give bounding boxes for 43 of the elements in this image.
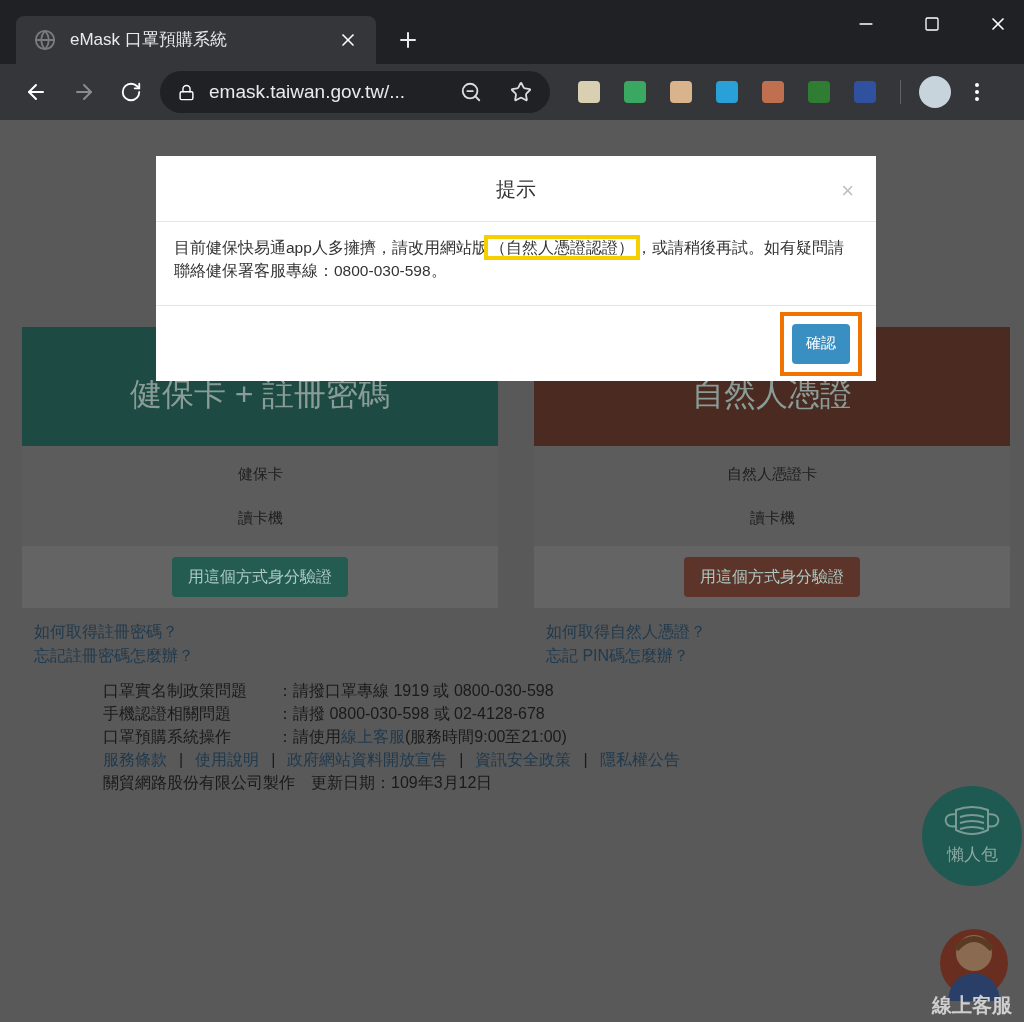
requirement-text: 健保卡 (237, 463, 283, 484)
extension-icon[interactable] (578, 81, 600, 103)
dialog-title: 提示 (496, 176, 536, 202)
separator-text: | (271, 750, 276, 770)
separator-text: | (583, 750, 588, 770)
footer-link[interactable]: 隱私權公告 (599, 748, 680, 771)
separator-text: | (179, 750, 184, 770)
tab-title: eMask 口罩預購系統 (70, 29, 228, 52)
support-label: 線上客服 (932, 995, 1012, 1015)
extension-icon[interactable] (716, 81, 738, 103)
verify-button[interactable]: 用這個方式身分驗證 (172, 557, 348, 597)
footer-link[interactable]: 資訊安全政策 (475, 748, 572, 771)
footer-link[interactable]: 政府網站資料開放宣告 (287, 748, 448, 771)
info-label: 口罩預購系統操作 (103, 727, 232, 747)
update-date-text: 更新日期：109年3月12日 (311, 773, 493, 793)
globe-icon (34, 29, 56, 51)
guide-label: 懶人包 (946, 844, 998, 867)
url-text: emask.taiwan.gov.tw/... (209, 79, 407, 104)
footer-link[interactable]: 使用說明 (195, 748, 260, 771)
close-button[interactable]: × (841, 174, 854, 207)
info-text: ：請撥 0800-030-598 或 02-4128-678 (277, 704, 545, 724)
guide-button[interactable]: 懶人包 (922, 786, 1022, 886)
info-label: 手機認證相關問題 (103, 704, 232, 724)
support-button[interactable]: 線上客服 (920, 905, 1024, 1015)
requirement-text: 自然人憑證卡 (727, 463, 817, 484)
separator-text: | (459, 750, 464, 770)
maximize-icon[interactable] (924, 16, 940, 32)
zoom-out-icon[interactable] (460, 81, 482, 103)
help-link[interactable]: 忘記 PIN碼怎麼辦？ (546, 644, 1010, 667)
bookmark-star-icon[interactable] (510, 81, 532, 103)
browser-tab[interactable]: eMask 口罩預購系統 (16, 16, 376, 64)
info-text: ：請撥口罩專線 1919 或 0800-030-598 (277, 681, 554, 701)
profile-avatar[interactable] (919, 76, 951, 108)
confirm-button[interactable]: 確認 (792, 323, 850, 364)
info-label: 口罩實名制政策問題 (103, 681, 248, 701)
lock-icon (178, 83, 195, 101)
extension-icon[interactable] (624, 81, 646, 103)
reload-icon[interactable] (120, 81, 142, 103)
verify-button[interactable]: 用這個方式身分驗證 (684, 557, 860, 597)
extension-icon[interactable] (670, 81, 692, 103)
credit-text: 關貿網路股份有限公司製作 (103, 773, 295, 793)
address-bar[interactable]: emask.taiwan.gov.tw/... (160, 71, 550, 113)
footer-link[interactable]: 服務條款 (103, 748, 167, 771)
